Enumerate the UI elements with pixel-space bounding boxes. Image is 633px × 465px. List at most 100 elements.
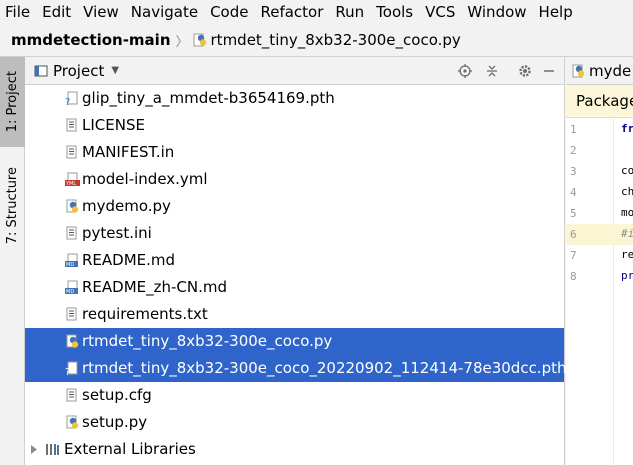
tree-item-file[interactable]: MD README.md	[25, 247, 564, 274]
chevron-down-icon[interactable]: ▼	[111, 65, 119, 76]
code-line[interactable]: 4 ch	[566, 182, 633, 203]
line-number: 1	[570, 123, 577, 136]
menu-help[interactable]: Help	[533, 0, 579, 24]
breadcrumb-file-label: rtmdet_tiny_8xb32-300e_coco.py	[210, 31, 461, 49]
library-icon	[46, 444, 59, 455]
svg-text:YML: YML	[65, 181, 76, 187]
pth-file-icon: ?	[65, 361, 78, 376]
tool-tab-project[interactable]: 1: Project	[0, 57, 25, 147]
tree-item-file[interactable]: LICENSE	[25, 112, 564, 139]
svg-text:MD: MD	[66, 262, 74, 268]
breadcrumb-separator-icon: 〉	[175, 34, 189, 50]
tree-item-label: setup.cfg	[82, 386, 152, 404]
menu-vcs[interactable]: VCS	[419, 0, 461, 24]
menu-bar: File Edit View Navigate Code Refactor Ru…	[0, 0, 633, 24]
code-text: pr	[621, 269, 633, 282]
locate-file-icon[interactable]	[456, 62, 474, 80]
gear-icon[interactable]	[516, 62, 534, 80]
text-file-icon	[66, 307, 77, 321]
tree-item-file[interactable]: MD README_zh-CN.md	[25, 274, 564, 301]
python-file-icon	[572, 64, 585, 77]
code-line[interactable]: 5 mo	[566, 203, 633, 224]
svg-text:?: ?	[65, 367, 70, 376]
left-tool-strip: 1: Project 7: Structure	[0, 57, 25, 465]
tree-item-file[interactable]: mydemo.py	[25, 193, 564, 220]
tool-tab-project-label: 1: Project	[5, 71, 20, 133]
editor-tab-bar: myde	[566, 57, 633, 85]
tree-item-file[interactable]: YML model-index.yml	[25, 166, 564, 193]
line-number: 7	[570, 249, 577, 262]
svg-text:MD: MD	[66, 289, 74, 295]
tree-item-external-libraries[interactable]: External Libraries	[25, 436, 564, 463]
code-text: co	[621, 164, 633, 177]
text-file-icon	[66, 388, 77, 402]
package-notification-banner[interactable]: Package	[566, 85, 633, 118]
pth-file-icon: ?	[65, 91, 78, 106]
code-line-highlighted[interactable]: 6 #i	[566, 224, 633, 245]
text-file-icon	[66, 226, 77, 240]
menu-edit[interactable]: Edit	[36, 0, 77, 24]
python-file-icon	[66, 415, 79, 429]
breadcrumb-file[interactable]: rtmdet_tiny_8xb32-300e_coco.py	[193, 31, 461, 49]
line-number: 6	[570, 228, 577, 241]
menu-view[interactable]: View	[77, 0, 125, 24]
menu-run[interactable]: Run	[329, 0, 370, 24]
project-window-icon	[34, 64, 48, 77]
tree-item-file[interactable]: requirements.txt	[25, 301, 564, 328]
svg-text:?: ?	[65, 97, 70, 106]
code-line[interactable]: 7 re	[566, 245, 633, 266]
tree-item-file[interactable]: MANIFEST.in	[25, 139, 564, 166]
code-line[interactable]: 2	[566, 140, 633, 161]
tree-item-file[interactable]: setup.py	[25, 409, 564, 436]
code-text: re	[621, 248, 633, 261]
tree-item-label: LICENSE	[82, 116, 145, 134]
menu-code[interactable]: Code	[204, 0, 254, 24]
tree-item-file[interactable]: ? glip_tiny_a_mmdet-b3654169.pth	[25, 85, 564, 112]
tree-item-file-selected[interactable]: rtmdet_tiny_8xb32-300e_coco.py	[25, 328, 564, 355]
tree-item-label: setup.py	[82, 413, 148, 431]
tree-item-label: rtmdet_tiny_8xb32-300e_coco.py	[82, 332, 333, 350]
breadcrumb: mmdetection-main 〉 rtmdet_tiny_8xb32-300…	[0, 24, 633, 57]
markdown-file-icon: MD	[65, 280, 78, 295]
yml-file-icon: YML	[65, 172, 80, 187]
tree-item-file[interactable]: pytest.ini	[25, 220, 564, 247]
editor-tab-mydemo[interactable]: myde	[572, 62, 631, 80]
code-text: mo	[621, 206, 633, 219]
text-file-icon	[66, 118, 77, 132]
project-tree: ? glip_tiny_a_mmdet-b3654169.pth LICENSE…	[25, 85, 567, 463]
menu-window[interactable]: Window	[461, 0, 532, 24]
tree-item-label: model-index.yml	[82, 170, 208, 188]
tree-item-file-selected[interactable]: ? rtmdet_tiny_8xb32-300e_coco_20220902_1…	[25, 355, 567, 382]
editor-area: myde Package 1 fr 2 3 co 4 ch 5 mo 6 #i …	[566, 57, 633, 465]
menu-navigate[interactable]: Navigate	[125, 0, 204, 24]
code-line[interactable]: 3 co	[566, 161, 633, 182]
code-text: ch	[621, 185, 633, 198]
menu-tools[interactable]: Tools	[370, 0, 419, 24]
code-text: #i	[621, 227, 633, 240]
tree-item-label: MANIFEST.in	[82, 143, 175, 161]
tree-item-label: pytest.ini	[82, 224, 152, 242]
chevron-right-icon[interactable]	[30, 445, 38, 454]
tree-item-label: README.md	[82, 251, 176, 269]
code-line[interactable]: 8 pr	[566, 266, 633, 287]
python-file-icon	[66, 199, 79, 213]
minimize-icon[interactable]	[540, 62, 558, 80]
menu-refactor[interactable]: Refactor	[254, 0, 329, 24]
line-number: 3	[570, 165, 577, 178]
tree-item-file[interactable]: setup.cfg	[25, 382, 564, 409]
collapse-all-icon[interactable]	[483, 62, 501, 80]
code-text: fr	[621, 122, 633, 135]
menu-file[interactable]: File	[0, 0, 36, 24]
breadcrumb-project[interactable]: mmdetection-main	[11, 31, 171, 49]
tool-tab-structure-label: 7: Structure	[5, 167, 20, 245]
tree-item-label: README_zh-CN.md	[82, 278, 228, 296]
code-line[interactable]: 1 fr	[566, 119, 633, 140]
project-panel-title[interactable]: Project	[53, 62, 104, 80]
tool-tab-structure[interactable]: 7: Structure	[0, 155, 25, 257]
tree-item-label: External Libraries	[64, 440, 196, 458]
line-number: 2	[570, 144, 577, 157]
line-number: 4	[570, 186, 577, 199]
tree-item-label: mydemo.py	[82, 197, 171, 215]
project-panel: Project ▼ ? glip_tiny_a_mmdet-b3654169.p…	[25, 57, 567, 465]
editor-tab-label: myde	[589, 61, 632, 80]
